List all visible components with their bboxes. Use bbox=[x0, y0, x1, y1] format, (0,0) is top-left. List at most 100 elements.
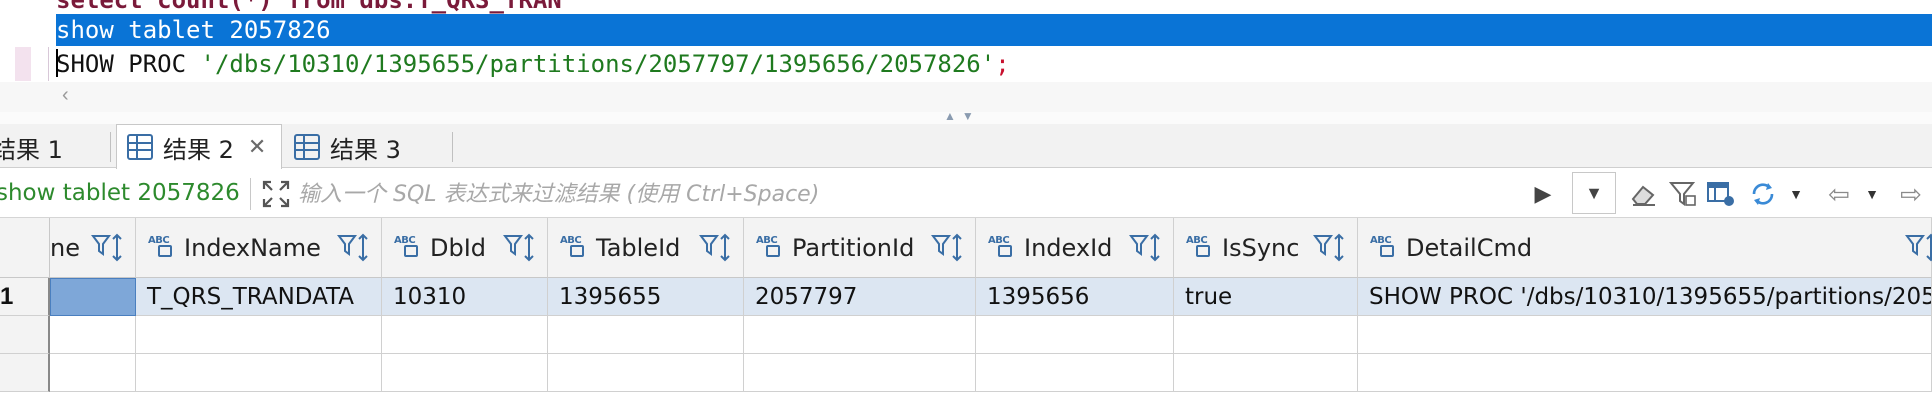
column-header-label: IndexId bbox=[1024, 233, 1113, 262]
gutter-divider bbox=[48, 47, 49, 81]
refresh-icon[interactable] bbox=[1748, 178, 1778, 210]
empty-cell bbox=[1358, 316, 1932, 354]
table-cell[interactable]: 1395655 bbox=[548, 278, 744, 316]
column-filter-sort-icon[interactable] bbox=[503, 232, 537, 264]
empty-cell bbox=[50, 354, 136, 392]
toolbar-divider bbox=[250, 178, 251, 210]
table-cell[interactable]: SHOW PROC '/dbs/10310/1395655/partitions… bbox=[1358, 278, 1932, 316]
column-header[interactable]: ABC IndexName bbox=[136, 218, 382, 278]
column-filter-sort-icon[interactable] bbox=[1905, 232, 1932, 264]
empty-cell bbox=[136, 316, 382, 354]
column-header-label: IndexName bbox=[184, 233, 321, 262]
grid-settings-icon[interactable] bbox=[1706, 178, 1736, 210]
empty-cell bbox=[136, 354, 382, 392]
tab-divider bbox=[452, 132, 453, 162]
column-header[interactable]: ne bbox=[50, 218, 136, 278]
column-filter-sort-icon[interactable] bbox=[931, 232, 965, 264]
column-filter-sort-icon[interactable] bbox=[337, 232, 371, 264]
code-line-selected[interactable]: show tablet 2057826 bbox=[56, 14, 1932, 46]
tab-label: 结果 1 bbox=[0, 135, 63, 164]
column-header-label: TableId bbox=[596, 233, 681, 262]
table-cell[interactable]: 1395656 bbox=[976, 278, 1174, 316]
column-header-label: DetailCmd bbox=[1406, 233, 1533, 262]
back-arrow-icon[interactable]: ⇦ bbox=[1822, 178, 1856, 210]
empty-cell bbox=[976, 354, 1174, 392]
column-header[interactable]: ABC PartitionId bbox=[744, 218, 976, 278]
string-literal: '/dbs/10310/1395655/partitions/2057797/1… bbox=[200, 50, 996, 78]
row-number bbox=[0, 354, 50, 392]
tab-label: 结果 3 bbox=[330, 135, 401, 164]
tab-label: 结果 2 bbox=[163, 135, 234, 164]
funnel-icon[interactable] bbox=[1668, 178, 1698, 210]
column-filter-sort-icon[interactable] bbox=[91, 232, 125, 264]
string-type-icon: ABC bbox=[560, 235, 590, 261]
column-header-label: ne bbox=[50, 233, 80, 262]
chevron-down-icon: ▼ bbox=[1585, 182, 1603, 203]
empty-cell bbox=[548, 354, 744, 392]
table-cell[interactable]: 2057797 bbox=[744, 278, 976, 316]
column-header-label: DbId bbox=[430, 233, 487, 262]
string-type-icon: ABC bbox=[394, 235, 424, 261]
table-row[interactable]: 1 T_QRS_TRANDATA 10310 1395655 2057797 1… bbox=[0, 278, 1932, 316]
code-line-3[interactable]: SHOW PROC '/dbs/10310/1395655/partitions… bbox=[56, 48, 1010, 80]
column-header[interactable]: ABC TableId bbox=[548, 218, 744, 278]
column-filter-sort-icon[interactable] bbox=[1129, 232, 1163, 264]
column-filter-sort-icon[interactable] bbox=[699, 232, 733, 264]
empty-row bbox=[0, 316, 1932, 354]
chevron-down-icon[interactable]: ▼ bbox=[1864, 178, 1880, 210]
string-type-icon: ABC bbox=[1370, 235, 1400, 261]
row-number bbox=[0, 316, 50, 354]
empty-cell bbox=[50, 316, 136, 354]
eraser-icon[interactable] bbox=[1628, 178, 1660, 210]
string-type-icon: ABC bbox=[988, 235, 1018, 261]
empty-cell bbox=[1358, 354, 1932, 392]
editor-horizontal-scrollbar[interactable]: ‹ bbox=[0, 82, 1932, 112]
expand-icon[interactable] bbox=[262, 180, 290, 208]
result-grid[interactable]: ne ABC IndexName ABC DbId ABC TableId AB… bbox=[0, 218, 1932, 402]
column-filter-sort-icon[interactable] bbox=[1313, 232, 1347, 264]
result-tabs: 结果 1 结果 2 ✕ 结果 3 bbox=[0, 124, 1932, 169]
column-header[interactable]: ABC IsSync bbox=[1174, 218, 1358, 278]
table-cell[interactable]: true bbox=[1174, 278, 1358, 316]
empty-cell bbox=[976, 316, 1174, 354]
string-type-icon: ABC bbox=[148, 235, 178, 261]
empty-cell bbox=[1174, 354, 1358, 392]
tab-result-2[interactable]: 结果 2 ✕ bbox=[116, 124, 282, 169]
empty-cell bbox=[744, 354, 976, 392]
keyword-show: SHOW bbox=[56, 50, 114, 78]
grid-table-icon bbox=[294, 134, 320, 160]
table-cell-selected[interactable] bbox=[50, 278, 136, 316]
collapse-arrows-icon[interactable]: ▲▼ bbox=[944, 109, 980, 123]
filter-history-dropdown[interactable]: ▼ bbox=[1572, 172, 1616, 214]
keyword-proc: PROC bbox=[113, 50, 201, 78]
sql-editor[interactable]: select count(*) from dbs.T_QRS_TRAN show… bbox=[0, 0, 1932, 82]
column-header-label: PartitionId bbox=[792, 233, 915, 262]
row-number-header[interactable] bbox=[0, 218, 50, 278]
table-cell[interactable]: 10310 bbox=[382, 278, 548, 316]
empty-cell bbox=[548, 316, 744, 354]
empty-row bbox=[0, 354, 1932, 392]
string-type-icon: ABC bbox=[756, 235, 786, 261]
column-header[interactable]: ABC IndexId bbox=[976, 218, 1174, 278]
column-header-label: IsSync bbox=[1222, 233, 1300, 262]
semicolon: ; bbox=[995, 50, 1010, 78]
empty-cell bbox=[744, 316, 976, 354]
tab-result-1[interactable]: 结果 1 bbox=[0, 126, 63, 168]
column-header[interactable]: ABC DetailCmd bbox=[1358, 218, 1932, 278]
empty-cell bbox=[382, 354, 548, 392]
grid-table-icon bbox=[127, 134, 153, 160]
scroll-left-icon[interactable]: ‹ bbox=[62, 84, 69, 107]
empty-cell bbox=[382, 316, 548, 354]
table-cell[interactable]: T_QRS_TRANDATA bbox=[136, 278, 382, 316]
filter-bar: show tablet 2057826 ▶ ▼ ▼ ⇦ ▼ ⇨ bbox=[0, 170, 1932, 218]
tab-result-3[interactable]: 结果 3 bbox=[294, 126, 401, 168]
tab-divider bbox=[110, 132, 111, 162]
forward-arrow-icon[interactable]: ⇨ bbox=[1894, 178, 1928, 210]
filter-input[interactable] bbox=[298, 174, 1538, 214]
query-label: show tablet 2057826 bbox=[0, 180, 240, 206]
chevron-down-icon[interactable]: ▼ bbox=[1788, 178, 1804, 210]
close-icon[interactable]: ✕ bbox=[248, 135, 266, 160]
row-number[interactable]: 1 bbox=[0, 278, 50, 316]
play-icon[interactable]: ▶ bbox=[1530, 178, 1556, 210]
column-header[interactable]: ABC DbId bbox=[382, 218, 548, 278]
